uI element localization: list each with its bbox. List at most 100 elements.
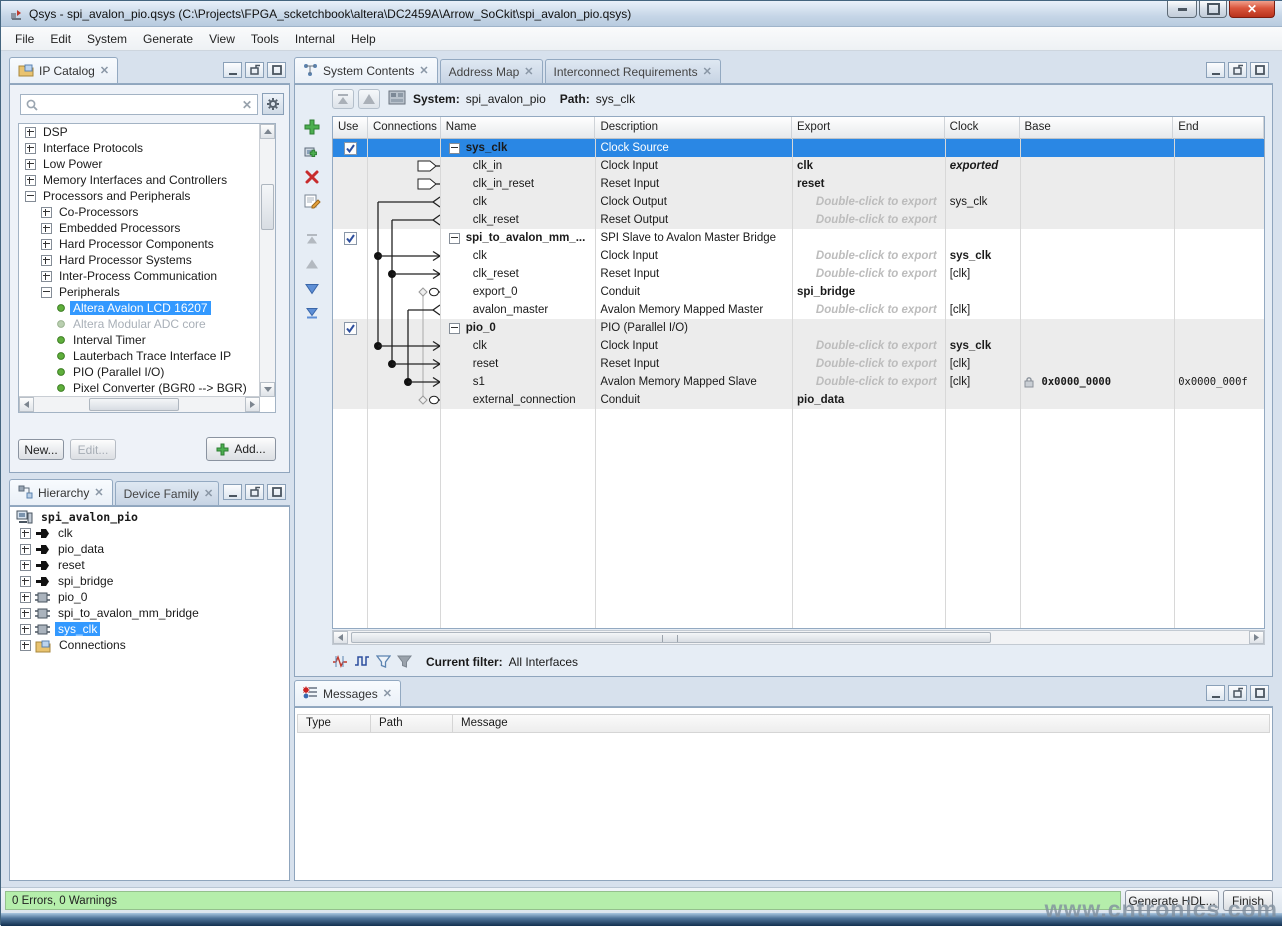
clock-cell[interactable]: sys_clk <box>945 337 1020 355</box>
hierarchy-item[interactable]: clk <box>12 525 287 541</box>
maximize-button[interactable] <box>1250 62 1269 78</box>
export-cell[interactable]: Double-click to export <box>792 373 945 391</box>
table-row[interactable]: pio_0PIO (Parallel I/O) <box>333 319 1264 337</box>
hierarchy-item[interactable]: pio_data <box>12 541 287 557</box>
move-up-button[interactable] <box>302 254 322 274</box>
tab-close-icon[interactable]: ✕ <box>204 487 213 500</box>
tab-device-family[interactable]: Device Family✕ <box>115 481 219 505</box>
tree-item[interactable]: Interface Protocols <box>19 140 275 156</box>
expand-icon[interactable] <box>41 255 52 266</box>
clock-cell[interactable]: [clk] <box>945 265 1020 283</box>
expand-icon[interactable] <box>41 207 52 218</box>
filter-icon[interactable] <box>376 654 391 671</box>
base-cell[interactable] <box>1020 301 1174 319</box>
tree-item[interactable]: Memory Interfaces and Controllers <box>19 172 275 188</box>
table-row[interactable]: clk_resetReset OutputDouble-click to exp… <box>333 211 1264 229</box>
use-cell[interactable] <box>333 139 368 157</box>
table-row[interactable]: clk_in_resetReset Inputreset <box>333 175 1264 193</box>
tab-system-contents[interactable]: System Contents✕ <box>294 57 438 83</box>
expand-icon[interactable] <box>41 271 52 282</box>
name-cell[interactable]: clk <box>441 247 596 265</box>
scroll-down-icon[interactable] <box>260 382 275 397</box>
collapse-icon[interactable] <box>449 233 460 244</box>
expand-icon[interactable] <box>25 159 36 170</box>
use-cell[interactable] <box>333 157 368 175</box>
table-hscroll-thumb[interactable] <box>351 632 991 643</box>
table-row[interactable]: avalon_masterAvalon Memory Mapped Master… <box>333 301 1264 319</box>
show-interfaces-icon[interactable] <box>354 654 370 671</box>
add-connection-button[interactable] <box>302 143 322 163</box>
catalog-settings-button[interactable] <box>262 93 284 115</box>
export-cell[interactable]: Double-click to export <box>792 265 945 283</box>
base-cell[interactable] <box>1020 265 1174 283</box>
ip-tree-vscrollbar[interactable] <box>259 124 275 397</box>
name-cell[interactable]: clk_reset <box>441 265 596 283</box>
column-header-description[interactable]: Description <box>595 117 792 139</box>
expand-icon[interactable] <box>41 239 52 250</box>
tab-close-icon[interactable]: ✕ <box>100 64 109 77</box>
tree-item[interactable]: Hard Processor Components <box>19 236 275 252</box>
messages-column-path[interactable]: Path <box>371 715 453 732</box>
expand-icon[interactable] <box>20 640 31 651</box>
expand-icon[interactable] <box>20 528 31 539</box>
menu-system[interactable]: System <box>79 29 135 49</box>
use-cell[interactable] <box>333 319 368 337</box>
base-cell[interactable] <box>1020 193 1174 211</box>
use-cell[interactable] <box>333 211 368 229</box>
scroll-left-icon[interactable] <box>19 397 34 412</box>
table-row[interactable]: clkClock OutputDouble-click to exportsys… <box>333 193 1264 211</box>
messages-column-type[interactable]: Type <box>298 715 371 732</box>
messages-column-message[interactable]: Message <box>453 715 1269 732</box>
name-cell[interactable]: avalon_master <box>441 301 596 319</box>
hierarchy-item[interactable]: pio_0 <box>12 589 287 605</box>
float-button[interactable] <box>1228 685 1247 701</box>
checkbox-checked-icon[interactable] <box>344 322 357 335</box>
hierarchy-item[interactable]: spi_avalon_pio <box>12 509 287 525</box>
scroll-left-icon[interactable] <box>333 631 348 644</box>
tree-item[interactable]: Processors and Peripherals <box>19 188 275 204</box>
column-header-clock[interactable]: Clock <box>945 117 1020 139</box>
base-cell[interactable] <box>1020 391 1174 409</box>
table-row[interactable]: clk_inClock Inputclkexported <box>333 157 1264 175</box>
new-button[interactable]: New... <box>18 439 64 460</box>
maximize-button[interactable] <box>1250 685 1269 701</box>
clock-cell[interactable]: exported <box>945 157 1020 175</box>
minimize-button[interactable] <box>223 484 242 500</box>
maximize-button[interactable] <box>1199 1 1227 18</box>
table-row[interactable]: external_connectionConduitpio_data <box>333 391 1264 409</box>
add-component-button[interactable] <box>302 117 322 137</box>
checkbox-checked-icon[interactable] <box>344 142 357 155</box>
export-cell[interactable]: Double-click to export <box>792 193 945 211</box>
expand-icon[interactable] <box>20 624 31 635</box>
table-row[interactable]: s1Avalon Memory Mapped SlaveDouble-click… <box>333 373 1264 391</box>
checkbox-checked-icon[interactable] <box>344 232 357 245</box>
clock-cell[interactable] <box>945 211 1020 229</box>
tree-item[interactable]: Altera Avalon LCD 16207 <box>19 300 275 316</box>
scroll-right-icon[interactable] <box>245 397 260 412</box>
clock-cell[interactable] <box>945 139 1020 157</box>
tree-item[interactable]: Hard Processor Systems <box>19 252 275 268</box>
tab-close-icon[interactable]: ✕ <box>383 687 392 700</box>
use-cell[interactable] <box>333 283 368 301</box>
menu-generate[interactable]: Generate <box>135 29 201 49</box>
menu-view[interactable]: View <box>201 29 243 49</box>
hierarchy-item[interactable]: Connections <box>12 637 287 653</box>
base-cell[interactable] <box>1020 211 1174 229</box>
base-cell[interactable] <box>1020 139 1174 157</box>
tree-item[interactable]: Pixel Converter (BGR0 --> BGR) <box>19 380 275 396</box>
hierarchy-item[interactable]: sys_clk <box>12 621 287 637</box>
tab-address-map[interactable]: Address Map✕ <box>440 59 543 83</box>
clock-cell[interactable] <box>945 229 1020 247</box>
use-cell[interactable] <box>333 373 368 391</box>
name-cell[interactable]: clk_in <box>441 157 596 175</box>
use-cell[interactable] <box>333 391 368 409</box>
hierarchy-item[interactable]: spi_bridge <box>12 573 287 589</box>
clock-cell[interactable] <box>945 391 1020 409</box>
tree-item[interactable]: Interval Timer <box>19 332 275 348</box>
add-button[interactable]: Add... <box>206 437 276 461</box>
tree-item[interactable]: Low Power <box>19 156 275 172</box>
column-header-name[interactable]: Name <box>441 117 596 139</box>
tab-hierarchy[interactable]: Hierarchy✕ <box>9 479 113 505</box>
maximize-button[interactable] <box>267 484 286 500</box>
edit-button[interactable] <box>302 191 322 211</box>
